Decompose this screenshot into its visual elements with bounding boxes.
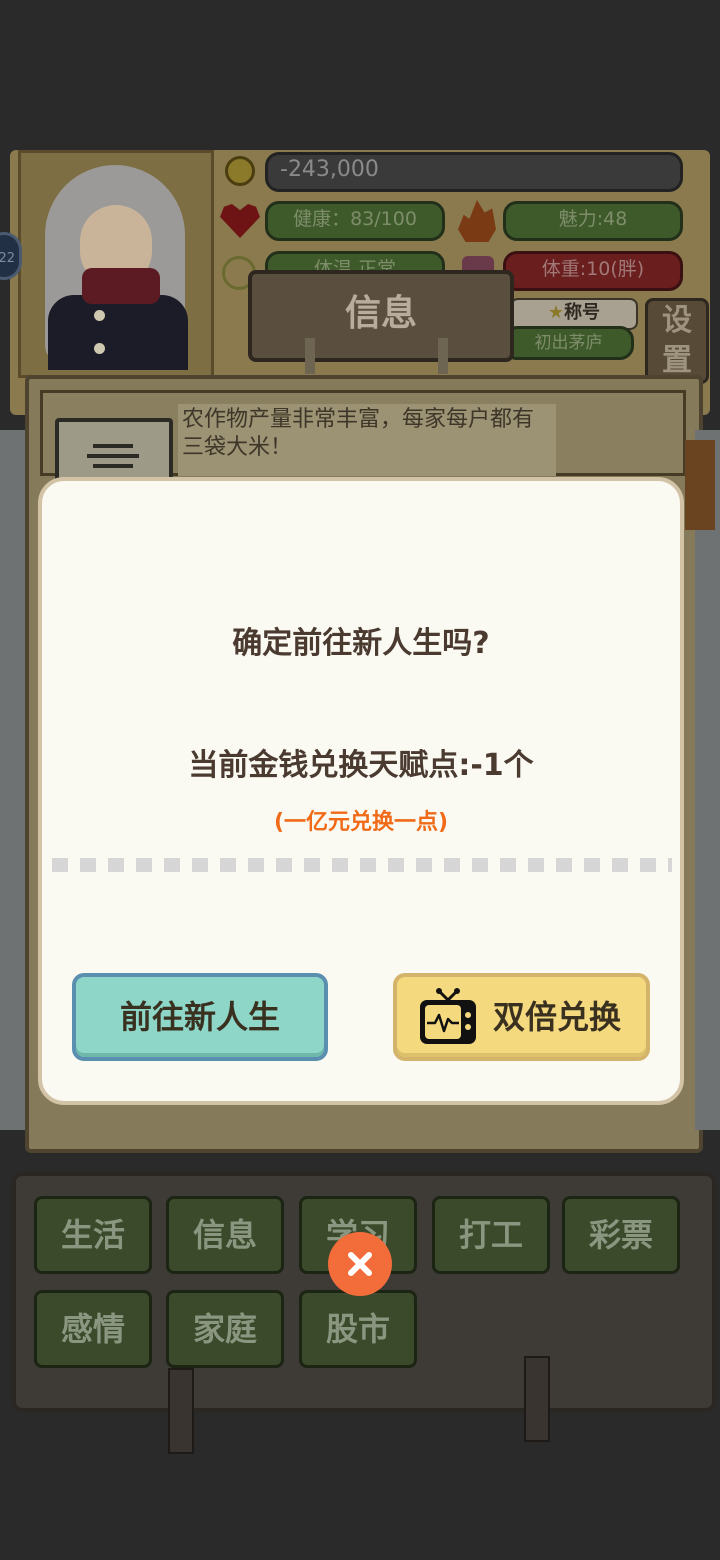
menu-info[interactable]: 信息 — [166, 1196, 284, 1274]
menu-post — [524, 1356, 550, 1442]
coin-icon — [225, 156, 255, 186]
charm-stat: 魅力:48 — [503, 201, 683, 241]
sign-post — [438, 338, 448, 374]
dialog-question: 确定前往新人生吗? — [232, 626, 490, 661]
go-new-life-button[interactable]: 前往新人生 — [72, 973, 328, 1061]
close-icon — [348, 1252, 372, 1276]
menu-lottery[interactable]: 彩票 — [562, 1196, 680, 1274]
side-scenery — [0, 430, 25, 1130]
double-exchange-button[interactable]: 双倍兑换 — [393, 973, 650, 1061]
dialog-exchange-info: 当前金钱兑换天赋点:-1个 — [188, 748, 534, 783]
close-button[interactable] — [328, 1232, 392, 1296]
dialog-exchange-note: (一亿元兑换一点) — [273, 810, 449, 835]
side-scenery — [685, 440, 715, 530]
coat-button-decor — [94, 343, 105, 354]
weight-stat: 体重:10(胖) — [503, 251, 683, 291]
sign-post — [305, 338, 315, 374]
money-bar: -243,000 — [265, 152, 683, 192]
menu-post — [168, 1368, 194, 1454]
info-tab-sign: 信息 — [248, 270, 514, 362]
double-exchange-label: 双倍兑换 — [493, 998, 622, 1036]
coat-button-decor — [94, 310, 105, 321]
portrait-coat — [48, 295, 188, 370]
menu-stocks[interactable]: 股市 — [299, 1290, 417, 1368]
side-scenery — [695, 430, 720, 1130]
settings-button[interactable]: 设置 — [645, 298, 709, 384]
star-icon: ★ — [547, 302, 565, 323]
menu-life[interactable]: 生活 — [34, 1196, 152, 1274]
portrait-scarf — [82, 268, 160, 304]
menu-work[interactable]: 打工 — [432, 1196, 550, 1274]
menu-family[interactable]: 家庭 — [166, 1290, 284, 1368]
news-text: 农作物产量非常丰富，每家每户都有三袋大米！ — [178, 404, 556, 476]
dialog-divider — [52, 858, 672, 872]
menu-romance[interactable]: 感情 — [34, 1290, 152, 1368]
title-label-text: 称号 — [564, 302, 601, 323]
title-value: 初出茅庐 — [503, 326, 634, 360]
tv-ad-icon — [420, 988, 476, 1044]
health-stat: 健康：83/100 — [265, 201, 445, 241]
